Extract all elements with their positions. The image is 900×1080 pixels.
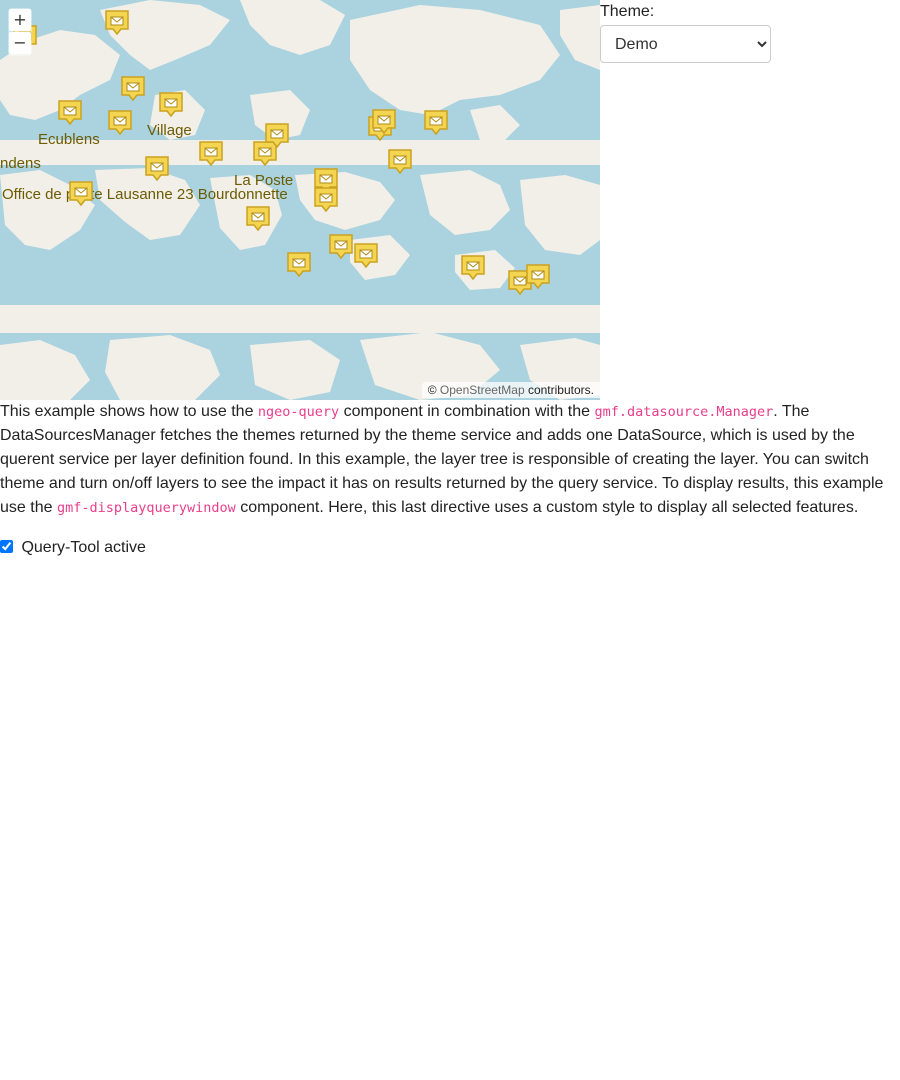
world-map-tiles: Ecublens Village ndens Office de poste L… — [0, 0, 600, 400]
description-text-2: component in combination with the — [339, 403, 595, 420]
description-text-4: component. Here, this last directive use… — [235, 499, 859, 516]
zoom-in-button[interactable]: + — [9, 9, 31, 31]
attribution-prefix: © — [427, 383, 440, 397]
zoom-out-button[interactable]: − — [9, 32, 31, 54]
code-datasource-manager: gmf.datasource.Manager — [594, 404, 774, 420]
description-text-1: This example shows how to use the — [0, 403, 258, 420]
map-viewport[interactable]: Ecublens Village ndens Office de poste L… — [0, 0, 600, 400]
code-displayquerywindow: gmf-displayquerywindow — [56, 500, 236, 516]
land-strip-lower — [0, 305, 600, 333]
openstreetmap-link[interactable]: OpenStreetMap — [440, 383, 525, 397]
query-tool-checkbox[interactable] — [0, 540, 13, 553]
attribution-suffix: contributors. — [524, 383, 594, 397]
place-label-village: Village — [147, 122, 192, 139]
query-tool-row: Query-Tool active — [0, 537, 146, 559]
example-description: This example shows how to use the ngeo-q… — [0, 400, 895, 520]
code-ngeo-query: ngeo-query — [257, 404, 340, 420]
query-tool-label[interactable]: Query-Tool active — [21, 539, 146, 556]
theme-label: Theme: — [600, 3, 655, 20]
place-label-ecublens: Ecublens — [38, 131, 100, 148]
place-label-la-poste: La Poste — [234, 172, 293, 189]
place-label-ndens: ndens — [0, 155, 41, 172]
zoom-control: + − — [8, 8, 32, 56]
theme-select[interactable]: Demo — [600, 25, 771, 63]
map-attribution: © OpenStreetMap contributors. — [421, 382, 600, 398]
theme-selector-panel: Theme: Demo — [600, 0, 780, 63]
